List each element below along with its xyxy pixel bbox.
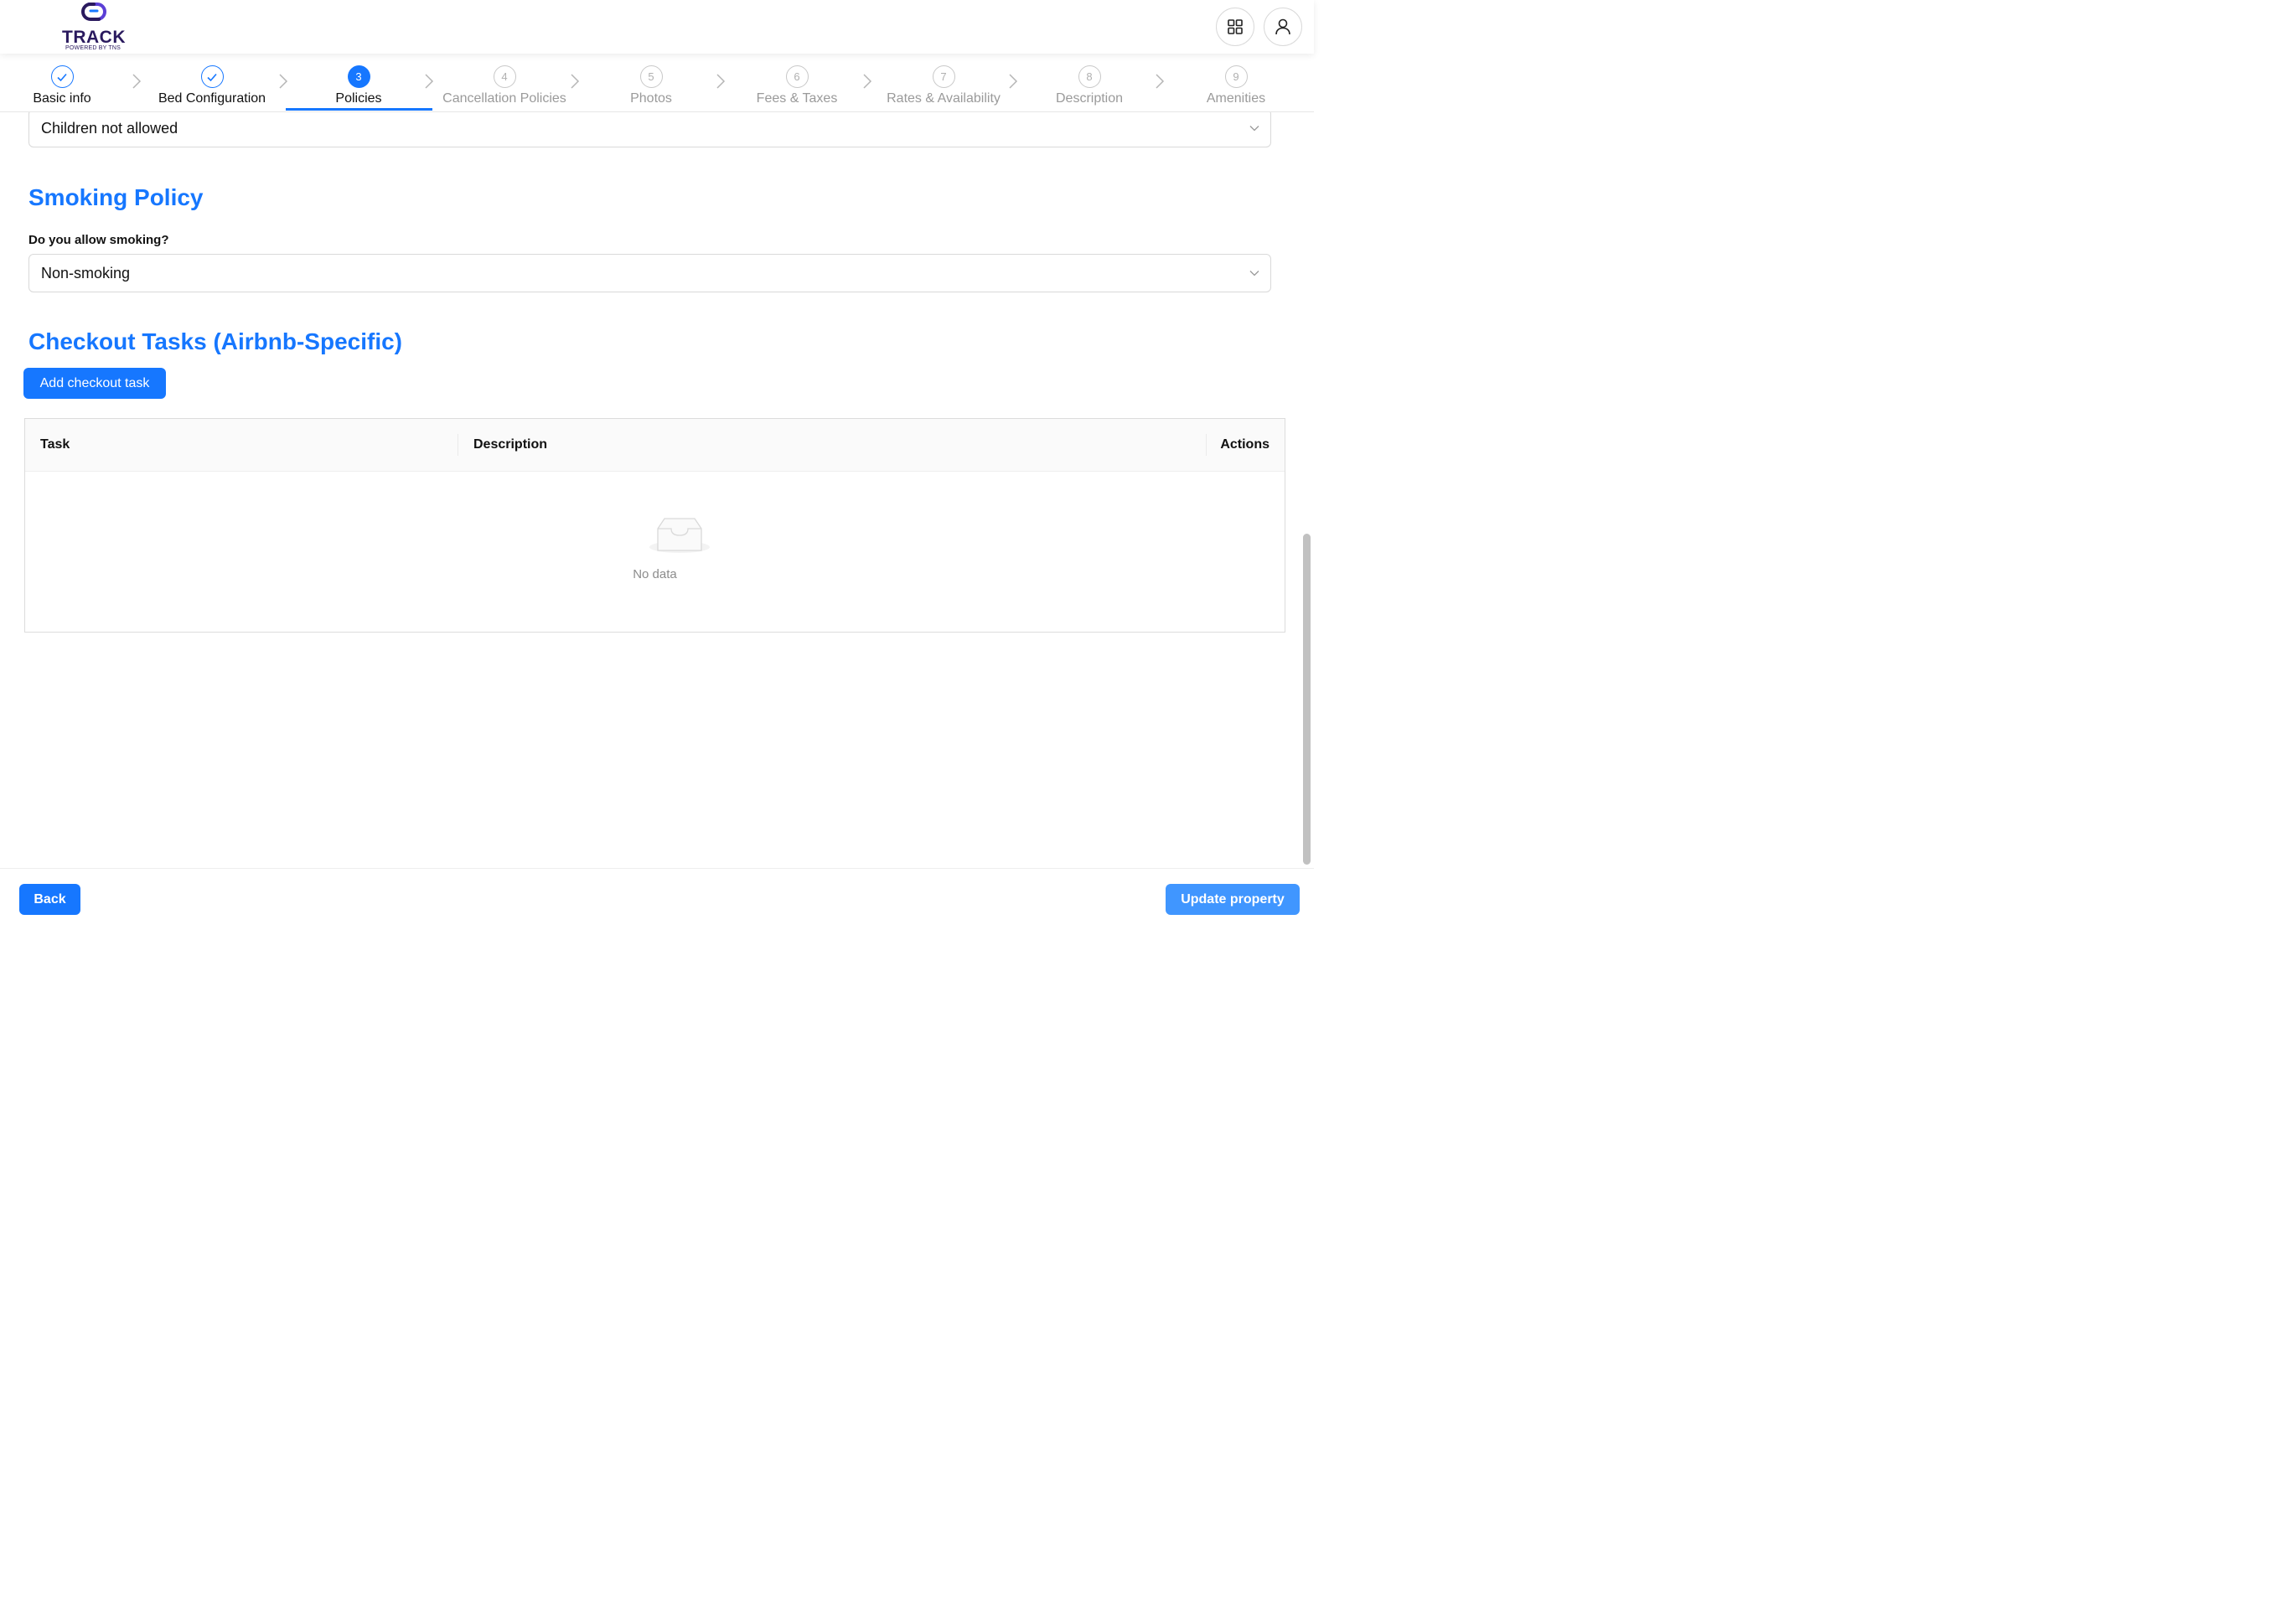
step-check-icon xyxy=(200,65,224,88)
step-rates-availability[interactable]: 7 Rates & Availability xyxy=(877,54,1011,112)
step-policies[interactable]: 3 Policies xyxy=(308,54,409,112)
children-policy-select[interactable]: Children not allowed xyxy=(28,109,1271,147)
step-label: Policies xyxy=(335,91,382,106)
step-fees-taxes[interactable]: 6 Fees & Taxes xyxy=(738,54,856,112)
step-label: Basic info xyxy=(33,91,91,106)
step-label: Description xyxy=(1055,91,1124,106)
children-policy-value: Children not allowed xyxy=(41,120,178,137)
step-photos[interactable]: 5 Photos xyxy=(601,54,701,112)
step-number: 9 xyxy=(1224,65,1248,88)
column-header-task[interactable]: Task xyxy=(40,437,70,452)
smoking-question-label: Do you allow smoking? xyxy=(28,233,169,247)
step-number: 3 xyxy=(347,65,370,88)
step-label: Cancellation Policies xyxy=(442,91,566,106)
apps-button[interactable] xyxy=(1216,8,1254,46)
step-number: 5 xyxy=(639,65,663,88)
table-header: Task Description Actions xyxy=(25,419,1285,472)
empty-state-text: No data xyxy=(633,567,677,581)
chevron-right-icon xyxy=(132,74,142,89)
grid-icon xyxy=(1228,19,1243,34)
checkout-tasks-table: Task Description Actions No data xyxy=(24,418,1285,633)
step-number: 6 xyxy=(785,65,809,88)
logo-mark-icon xyxy=(81,2,106,21)
chevron-right-icon xyxy=(571,74,580,89)
checkout-tasks-title: Checkout Tasks (Airbnb-Specific) xyxy=(28,328,403,354)
step-number: 8 xyxy=(1078,65,1101,88)
update-property-button[interactable]: Update property xyxy=(1166,884,1300,915)
chevron-down-icon xyxy=(1249,126,1259,132)
smoking-policy-title: Smoking Policy xyxy=(28,184,204,210)
logo-subtext: POWERED BY TNS xyxy=(65,45,121,51)
chevron-right-icon xyxy=(1009,74,1018,89)
chevron-right-icon xyxy=(1156,74,1165,89)
step-number: 7 xyxy=(932,65,955,88)
chevron-right-icon xyxy=(279,74,288,89)
add-checkout-task-button[interactable]: Add checkout task xyxy=(23,368,166,399)
top-bar: TRACK POWERED BY TNS xyxy=(0,0,1314,54)
active-step-underline xyxy=(286,108,432,111)
column-header-description[interactable]: Description xyxy=(473,437,547,452)
step-check-icon xyxy=(50,65,74,88)
step-cancellation-policies[interactable]: 4 Cancellation Policies xyxy=(437,54,571,112)
column-header-actions[interactable]: Actions xyxy=(1220,437,1270,452)
step-label: Rates & Availability xyxy=(887,91,1001,106)
smoking-policy-value: Non-smoking xyxy=(41,265,131,282)
step-bed-configuration[interactable]: Bed Configuration xyxy=(149,54,275,112)
step-label: Photos xyxy=(630,91,672,106)
empty-inbox-icon xyxy=(649,518,710,553)
chevron-right-icon xyxy=(425,74,434,89)
column-divider xyxy=(1206,434,1207,456)
footer-bar: Back Update property xyxy=(0,868,1314,923)
user-icon xyxy=(1275,18,1290,35)
chevron-down-icon xyxy=(1249,271,1259,276)
user-button[interactable] xyxy=(1264,8,1302,46)
smoking-policy-select[interactable]: Non-smoking xyxy=(28,254,1271,292)
step-number: 4 xyxy=(493,65,516,88)
step-label: Fees & Taxes xyxy=(756,91,838,106)
step-amenities[interactable]: 9 Amenities xyxy=(1186,54,1286,112)
step-label: Amenities xyxy=(1206,91,1266,106)
chevron-right-icon xyxy=(863,74,872,89)
step-description[interactable]: 8 Description xyxy=(1039,54,1140,112)
steps-nav: Basic info Bed Configuration 3 Policies … xyxy=(0,54,1314,112)
logo[interactable]: TRACK POWERED BY TNS xyxy=(60,0,127,54)
step-label: Bed Configuration xyxy=(158,91,266,106)
step-basic-info[interactable]: Basic info xyxy=(12,54,112,112)
back-button[interactable]: Back xyxy=(19,884,80,915)
chevron-right-icon xyxy=(716,74,726,89)
scrollbar-thumb[interactable] xyxy=(1303,534,1311,865)
